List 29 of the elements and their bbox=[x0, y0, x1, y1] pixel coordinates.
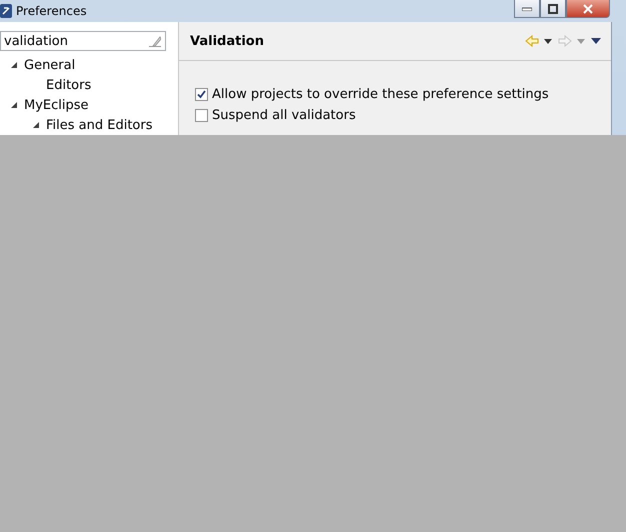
back-button[interactable] bbox=[525, 35, 552, 47]
filter-field[interactable]: validation bbox=[0, 31, 166, 51]
eraser-icon[interactable] bbox=[149, 35, 161, 47]
close-icon bbox=[583, 4, 593, 14]
tree-item[interactable]: Editors bbox=[46, 78, 92, 92]
expanded-triangle-icon[interactable] bbox=[32, 121, 40, 129]
checkbox-label[interactable]: Allow projects to override these preference settings bbox=[212, 87, 549, 102]
checkbox[interactable] bbox=[195, 88, 208, 101]
maximize-icon bbox=[548, 4, 558, 14]
tree-item[interactable]: General bbox=[24, 58, 76, 72]
window-title: Preferences bbox=[16, 4, 87, 18]
app-icon bbox=[0, 4, 12, 18]
minimize-button[interactable] bbox=[514, 0, 540, 18]
arrow-icon bbox=[525, 35, 539, 47]
tree-item[interactable]: Files and Editors bbox=[46, 118, 152, 132]
maximize-button[interactable] bbox=[540, 0, 566, 18]
close-button[interactable] bbox=[566, 0, 610, 18]
menu-caret-icon bbox=[591, 38, 601, 44]
minimize-icon bbox=[522, 6, 532, 10]
expanded-triangle-icon[interactable] bbox=[10, 101, 18, 109]
checkbox-label[interactable]: Suspend all validators bbox=[212, 108, 356, 123]
view-menu-button[interactable] bbox=[591, 38, 601, 44]
dropdown-caret-icon bbox=[577, 38, 585, 44]
checkbox[interactable] bbox=[195, 109, 208, 122]
expanded-triangle-icon[interactable] bbox=[10, 61, 18, 69]
page-title: Validation bbox=[190, 34, 264, 48]
arrow-icon bbox=[558, 35, 572, 47]
tree-item[interactable]: MyEclipse bbox=[24, 98, 89, 112]
dropdown-caret-icon bbox=[544, 38, 552, 44]
